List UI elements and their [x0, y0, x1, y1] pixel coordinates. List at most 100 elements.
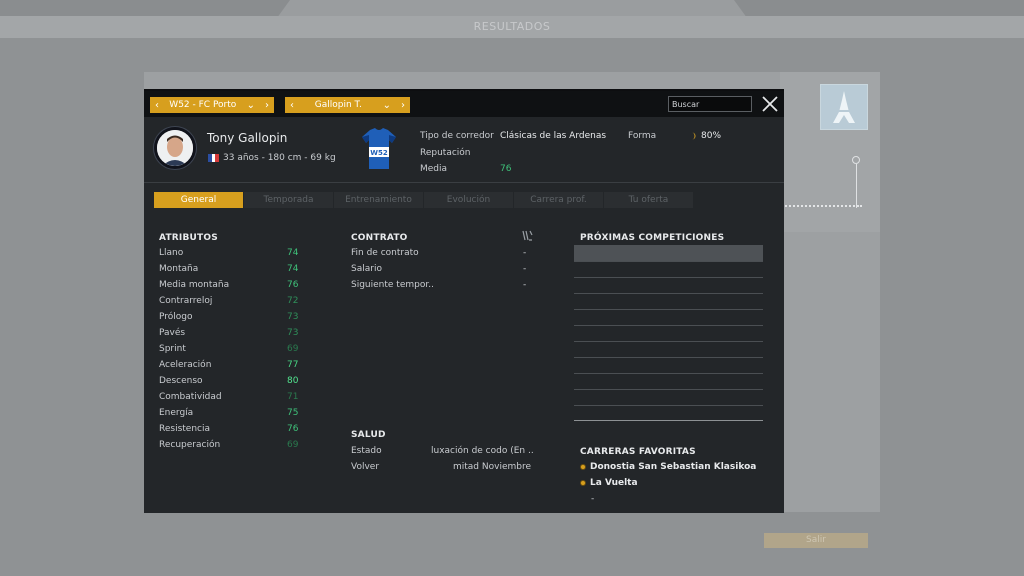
chevron-down-icon[interactable]: ⌄	[247, 100, 255, 111]
background-notch-left	[0, 0, 290, 16]
rider-selector[interactable]: ‹ Gallopin T. ⌄ ›	[285, 97, 410, 113]
atributos-title: ATRIBUTOS	[159, 233, 218, 243]
background-notch-right	[734, 0, 1024, 16]
attribute-row: Prólogo 73	[159, 312, 299, 328]
media-value: 76	[500, 164, 512, 174]
chevron-left-icon[interactable]: ‹	[290, 100, 294, 111]
exit-button[interactable]: Salir	[764, 533, 868, 548]
attribute-value: 73	[287, 328, 299, 338]
salud-volver-value: mitad Noviembre	[453, 462, 532, 472]
signature-icon[interactable]	[522, 230, 533, 241]
favoritas-title: CARRERAS FAVORITAS	[580, 447, 696, 457]
attribute-name: Resistencia	[159, 424, 210, 434]
attribute-value: 69	[287, 440, 299, 450]
rider-name: Tony Gallopin	[207, 131, 288, 145]
race-marker-icon	[580, 464, 586, 470]
competition-row-divider	[574, 325, 763, 326]
attribute-name: Pavés	[159, 328, 186, 338]
tab-evolucion[interactable]: Evolución	[424, 192, 513, 208]
attribute-value: 74	[287, 264, 299, 274]
attribute-row: Resistencia 76	[159, 424, 299, 440]
salud-estado-value: luxación de codo (En ..	[431, 446, 534, 456]
rider-selector-label: Gallopin T.	[314, 100, 362, 110]
rider-info-text: 33 años - 180 cm - 69 kg	[223, 153, 336, 163]
attribute-name: Recuperación	[159, 440, 221, 450]
competition-row-divider	[574, 389, 763, 390]
search-input[interactable]	[668, 96, 752, 112]
france-flag-icon	[208, 154, 220, 162]
attribute-name: Media montaña	[159, 280, 230, 290]
attribute-value: 77	[287, 360, 299, 370]
chevron-left-icon[interactable]: ‹	[155, 100, 159, 111]
attribute-row: Sprint 69	[159, 344, 299, 360]
competition-row-divider	[574, 373, 763, 374]
rider-info: 33 años - 180 cm - 69 kg	[208, 153, 336, 163]
contrato-title: CONTRATO	[351, 233, 408, 243]
moon-icon	[692, 132, 696, 140]
attribute-value: 76	[287, 424, 299, 434]
svg-text:W52: W52	[370, 149, 388, 157]
reputacion-label: Reputación	[420, 148, 471, 158]
attribute-row: Contrarreloj 72	[159, 296, 299, 312]
attribute-row: Combatividad 71	[159, 392, 299, 408]
attribute-row: Energía 75	[159, 408, 299, 424]
header-divider	[144, 182, 784, 183]
attribute-value: 80	[287, 376, 299, 386]
attribute-name: Sprint	[159, 344, 186, 354]
attribute-name: Aceleración	[159, 360, 212, 370]
competition-row-divider	[574, 277, 763, 278]
tab-tu-oferta[interactable]: Tu oferta	[604, 192, 693, 208]
competition-row-divider	[574, 309, 763, 310]
profile-line	[856, 164, 857, 208]
rider-profile-modal: ‹ W52 - FC Porto ⌄ › ‹ Gallopin T. ⌄ › B…	[144, 89, 784, 513]
team-selector-label: W52 - FC Porto	[169, 100, 237, 110]
attribute-row: Pavés 73	[159, 328, 299, 344]
contrato-fin-value: -	[523, 248, 527, 258]
attribute-row: Llano 74	[159, 248, 299, 264]
competition-row-divider	[574, 357, 763, 358]
team-jersey-icon: W52	[362, 128, 396, 169]
attribute-name: Llano	[159, 248, 184, 258]
attribute-name: Prólogo	[159, 312, 193, 322]
attribute-name: Energía	[159, 408, 194, 418]
tab-carrera-prof[interactable]: Carrera prof.	[514, 192, 603, 208]
modal-header: ‹ W52 - FC Porto ⌄ › ‹ Gallopin T. ⌄ ›	[144, 91, 784, 117]
tipo-value: Clásicas de las Ardenas	[500, 131, 607, 141]
attribute-row: Descenso 80	[159, 376, 299, 392]
team-selector[interactable]: ‹ W52 - FC Porto ⌄ ›	[150, 97, 274, 113]
forma-value: 80%	[701, 131, 722, 141]
close-icon[interactable]	[761, 95, 779, 113]
chevron-right-icon[interactable]: ›	[401, 100, 405, 111]
attribute-name: Contrarreloj	[159, 296, 213, 306]
competition-row-divider	[574, 293, 763, 294]
contrato-siguiente-value: -	[523, 280, 527, 290]
race-marker-icon	[580, 480, 586, 486]
attribute-value: 71	[287, 392, 299, 402]
tab-general[interactable]: General	[154, 192, 243, 208]
attribute-row: Montaña 74	[159, 264, 299, 280]
favoritas-extra: -	[591, 494, 595, 504]
chevron-right-icon[interactable]: ›	[265, 100, 269, 111]
tab-entrenamiento[interactable]: Entrenamiento	[334, 192, 423, 208]
attribute-value: 72	[287, 296, 299, 306]
competition-row-divider	[574, 405, 763, 406]
attribute-value: 69	[287, 344, 299, 354]
forma-label: Forma	[628, 131, 657, 141]
attribute-row: Aceleración 77	[159, 360, 299, 376]
contrato-salario-label: Salario	[351, 264, 382, 274]
salud-estado-label: Estado	[351, 446, 382, 456]
eiffel-tower-icon	[820, 84, 868, 130]
salud-volver-label: Volver	[351, 462, 380, 472]
background-title: RESULTADOS	[473, 20, 551, 33]
tab-temporada[interactable]: Temporada	[244, 192, 333, 208]
competiciones-bottom-line	[574, 420, 763, 421]
salud-title: SALUD	[351, 430, 386, 440]
favorita-item[interactable]: La Vuelta	[580, 478, 638, 488]
favorita-label: Donostia San Sebastian Klasikoa	[590, 462, 757, 472]
chevron-down-icon[interactable]: ⌄	[383, 100, 391, 111]
attribute-value: 73	[287, 312, 299, 322]
favorita-item[interactable]: Donostia San Sebastian Klasikoa	[580, 462, 756, 472]
stage-profile-dots	[782, 205, 862, 211]
contrato-fin-label: Fin de contrato	[351, 248, 419, 258]
attribute-value: 74	[287, 248, 299, 258]
